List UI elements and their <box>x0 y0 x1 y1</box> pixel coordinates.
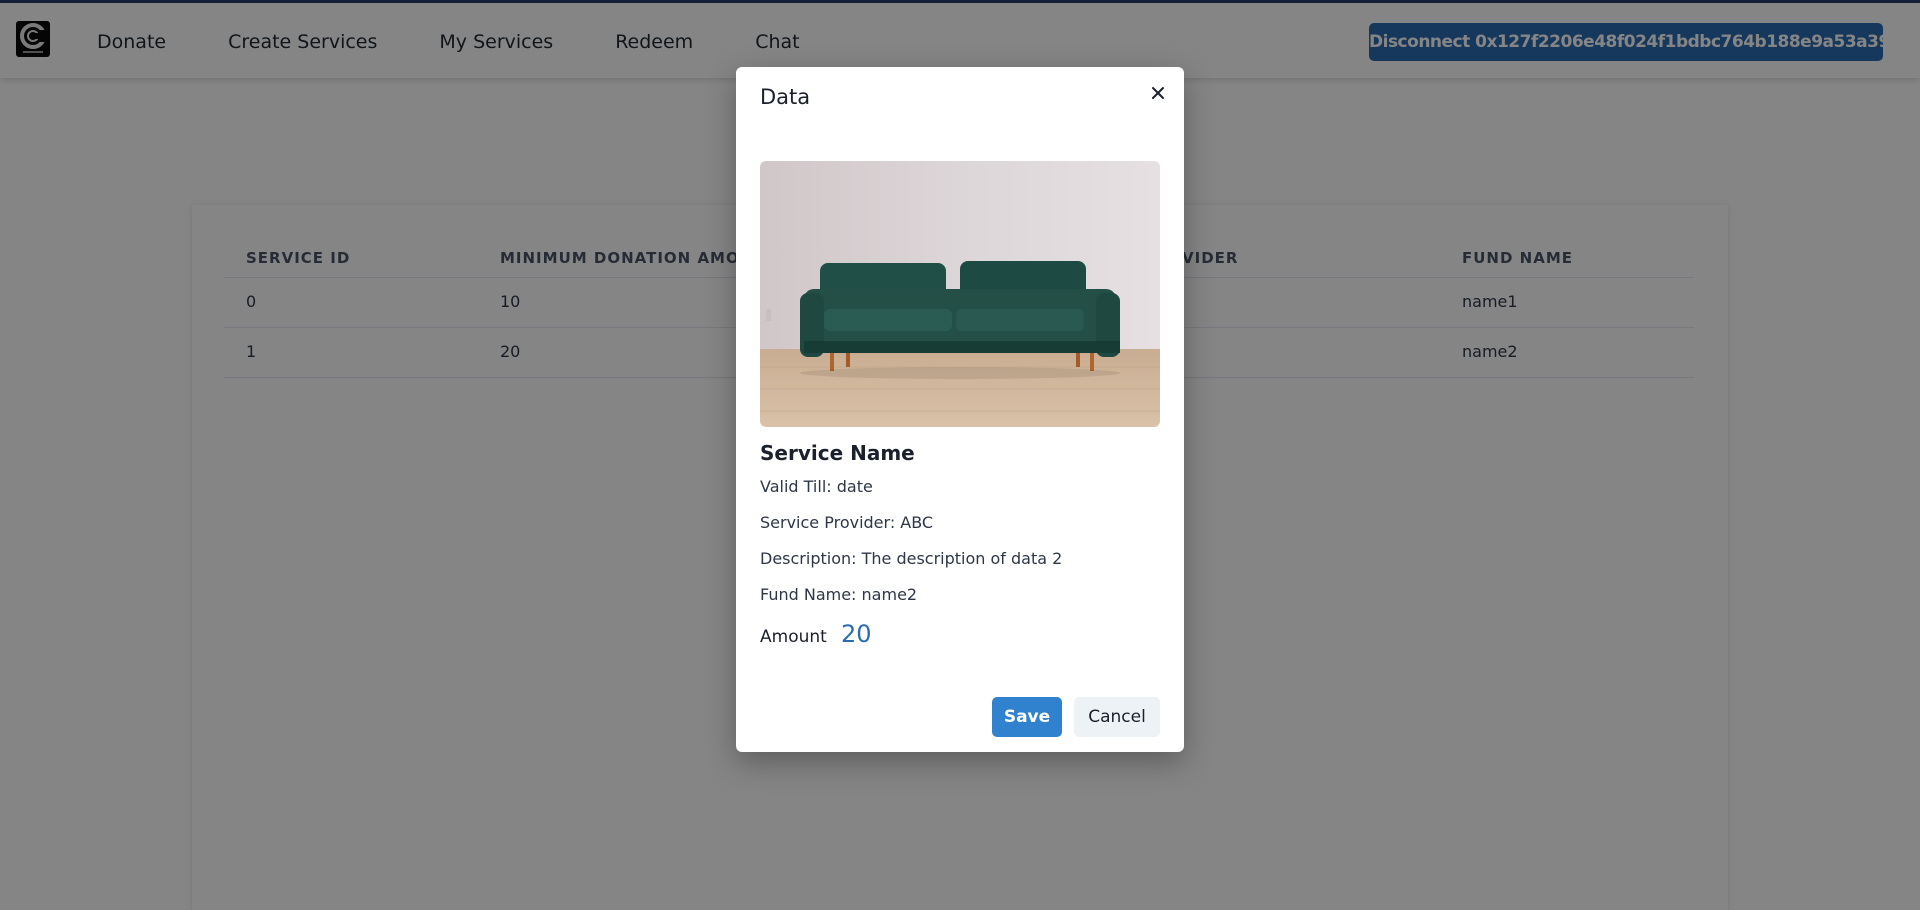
amount-input[interactable] <box>841 620 921 648</box>
cancel-button[interactable]: Cancel <box>1074 697 1160 737</box>
modal-title: Data <box>760 85 811 109</box>
valid-till: Valid Till: date <box>760 477 873 496</box>
data-modal: Data Service Name Valid Till: date Servi… <box>736 67 1184 752</box>
description: Description: The description of data 2 <box>760 549 1063 568</box>
service-provider: Service Provider: ABC <box>760 513 934 532</box>
close-icon[interactable] <box>1144 79 1172 107</box>
amount-label: Amount <box>760 627 827 647</box>
save-button[interactable]: Save <box>992 697 1062 737</box>
fund-name: Fund Name: name2 <box>760 585 918 604</box>
service-name: Service Name <box>760 441 915 465</box>
service-image <box>760 161 1160 427</box>
